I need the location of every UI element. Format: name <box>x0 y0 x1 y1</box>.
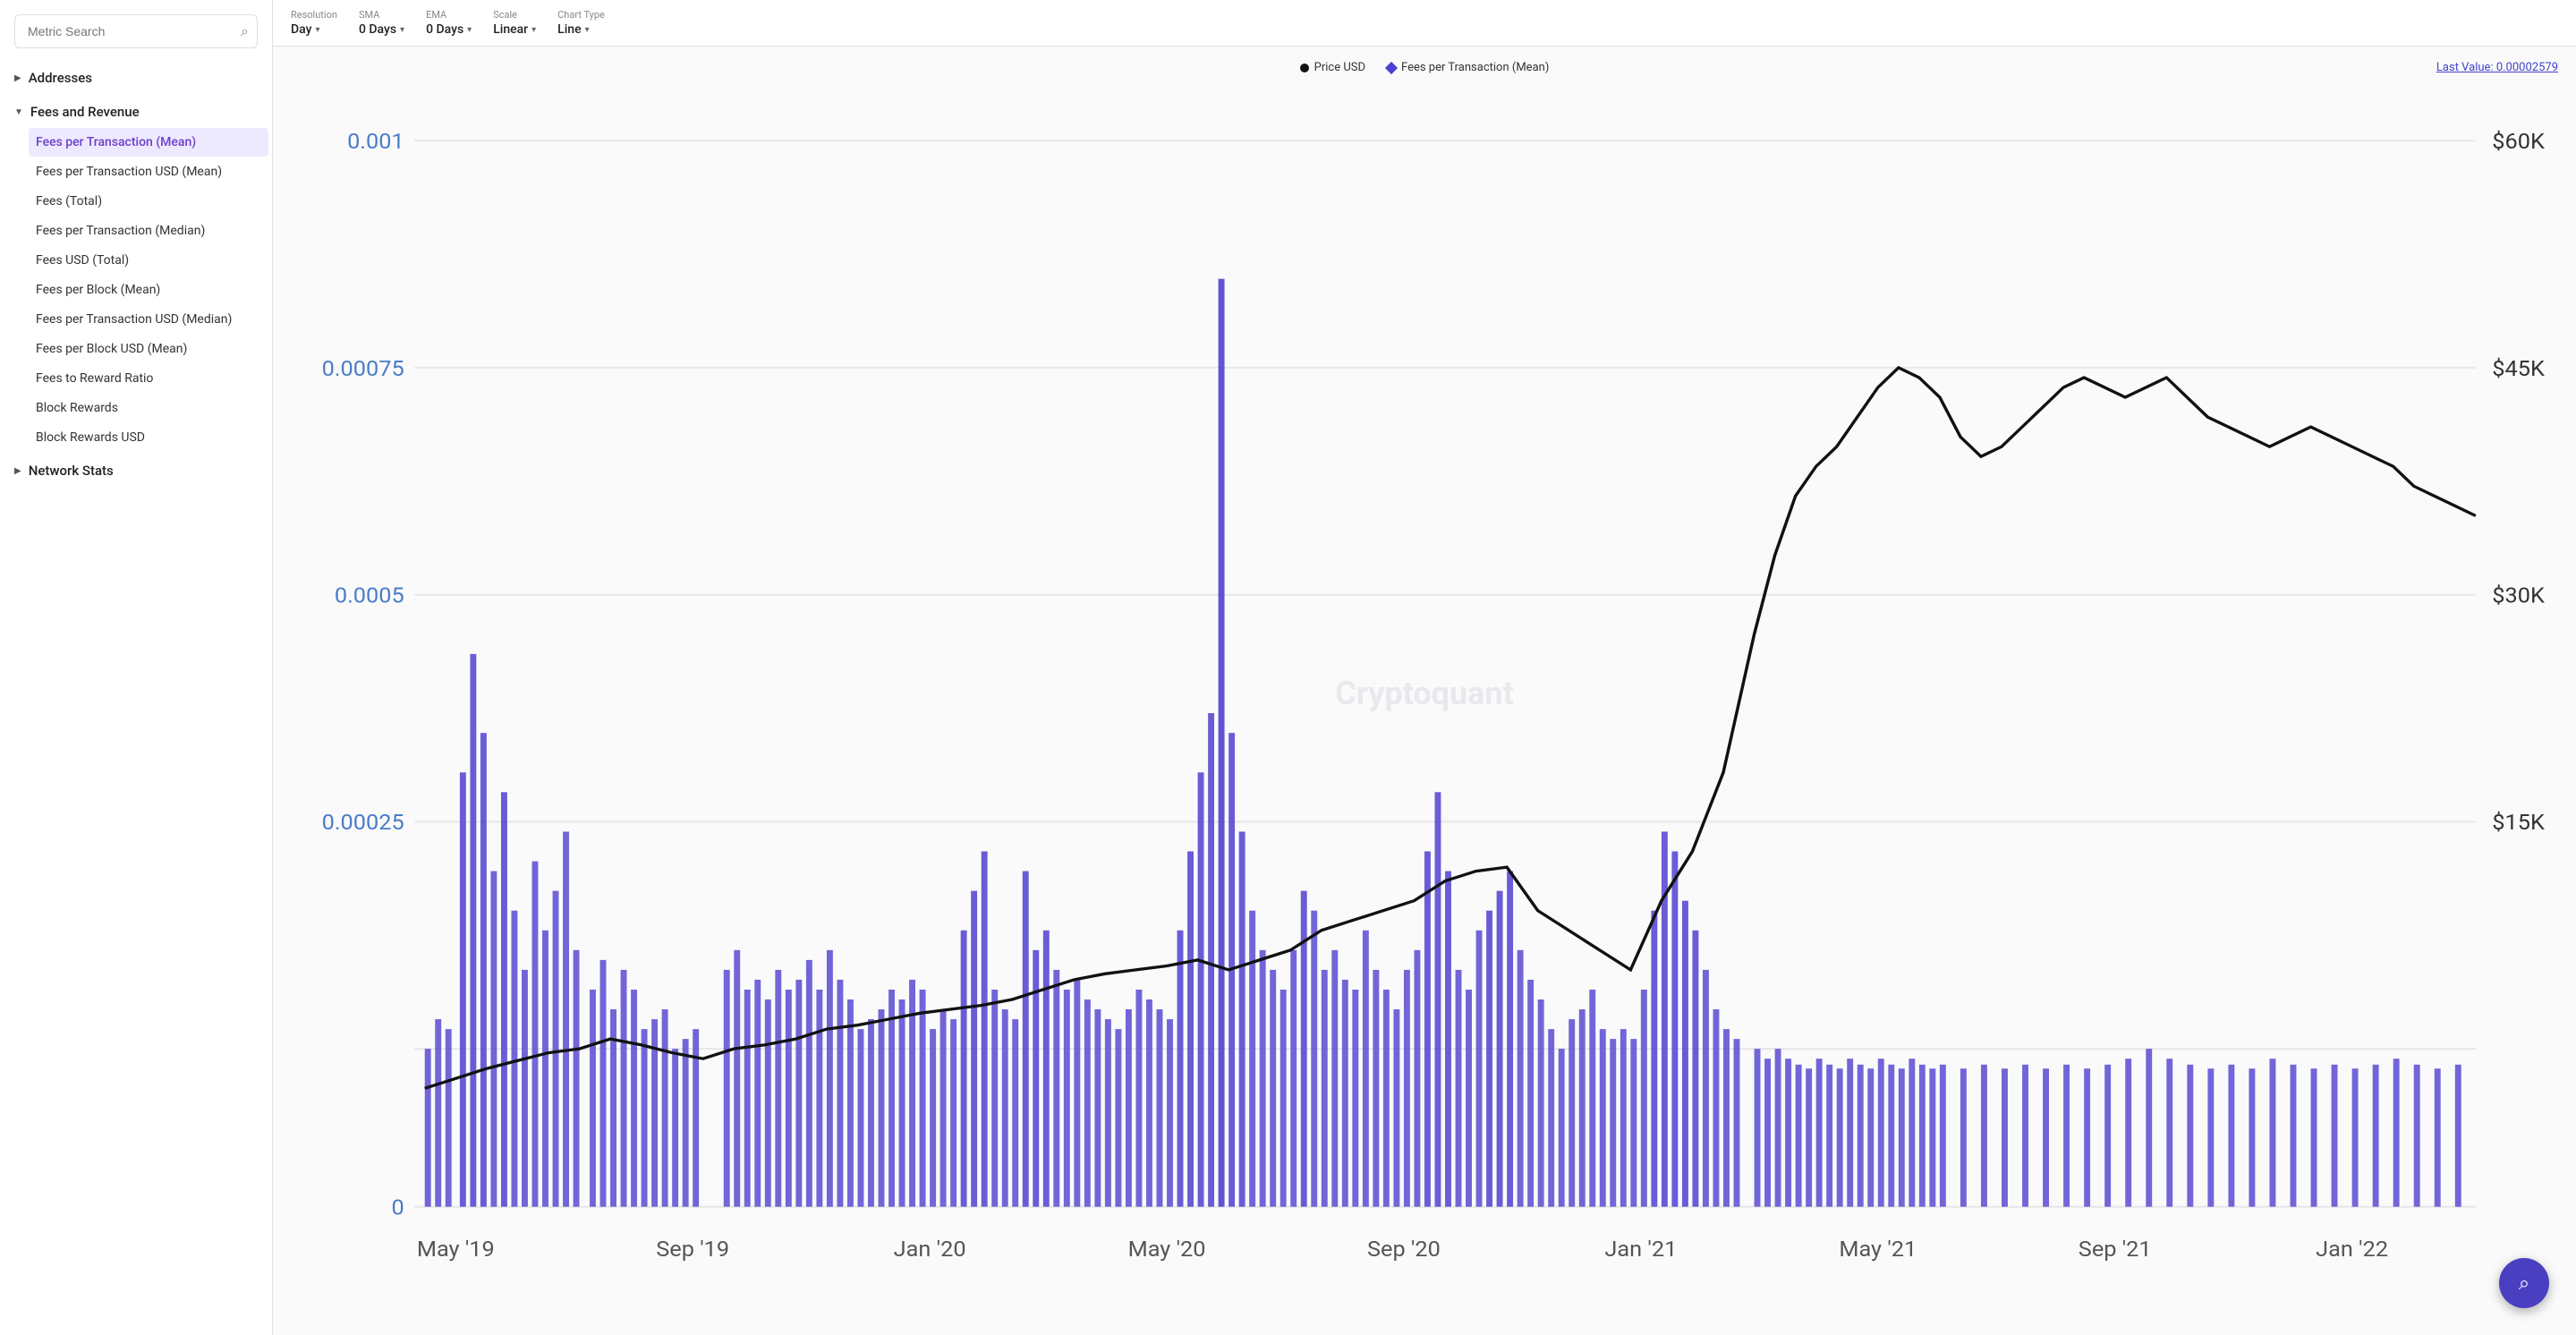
svg-text:May '20: May '20 <box>1128 1237 1206 1262</box>
search-input[interactable] <box>14 14 258 48</box>
chart-type-value: Line <box>557 22 581 37</box>
chevron-down-icon: ▼ <box>14 107 23 117</box>
svg-text:Sep '20: Sep '20 <box>1367 1237 1441 1262</box>
svg-text:0: 0 <box>391 1195 404 1220</box>
chart-legend: Price USD Fees per Transaction (Mean) La… <box>291 61 2558 74</box>
svg-text:$60K: $60K <box>2492 129 2545 154</box>
sidebar-item-network-stats[interactable]: ▶ Network Stats <box>0 455 272 486</box>
nav-section-network-stats: ▶ Network Stats <box>0 455 272 486</box>
resolution-value: Day <box>291 22 311 37</box>
ema-group: EMA 0 Days ▾ <box>426 9 472 37</box>
legend-fees-per-tx: Fees per Transaction (Mean) <box>1387 61 1549 74</box>
sidebar-item-fees-and-revenue[interactable]: ▼ Fees and Revenue <box>0 97 272 127</box>
svg-text:May '19: May '19 <box>417 1237 495 1262</box>
nav-section-fees-revenue: ▼ Fees and Revenue Fees per Transaction … <box>0 97 272 452</box>
svg-text:$15K: $15K <box>2492 811 2545 836</box>
chevron-down-icon: ▾ <box>400 25 404 35</box>
chart-area: Price USD Fees per Transaction (Mean) La… <box>273 47 2576 1335</box>
sidebar-section-label: Addresses <box>29 70 92 86</box>
ema-label: EMA <box>426 9 472 21</box>
main-content: Resolution Day ▾ SMA 0 Days ▾ EMA 0 Days… <box>273 0 2576 1335</box>
sma-label: SMA <box>359 9 404 21</box>
ema-value: 0 Days <box>426 22 463 37</box>
fees-per-tx-icon <box>1385 61 1398 73</box>
chevron-down-icon: ▾ <box>585 25 590 35</box>
last-value-label[interactable]: Last Value: 0.00002579 <box>2436 61 2558 74</box>
chart-wrapper: Cryptoquant 0.001 0.00075 0.0005 0.00025… <box>291 81 2558 1305</box>
sidebar-item-fees-per-tx-usd-median[interactable]: Fees per Transaction USD (Median) <box>29 305 268 334</box>
search-fab-icon: ⌕ <box>2519 1272 2529 1295</box>
legend-fees-per-tx-label: Fees per Transaction (Mean) <box>1401 61 1549 74</box>
sidebar-item-block-rewards-usd[interactable]: Block Rewards USD <box>29 423 268 452</box>
sidebar-item-fees-total[interactable]: Fees (Total) <box>29 187 268 216</box>
sidebar-item-block-rewards[interactable]: Block Rewards <box>29 394 268 422</box>
svg-text:$45K: $45K <box>2492 356 2545 381</box>
legend-price-usd-label: Price USD <box>1314 61 1365 74</box>
scale-value: Linear <box>493 22 528 37</box>
scale-select[interactable]: Linear ▾ <box>493 22 536 37</box>
resolution-group: Resolution Day ▾ <box>291 9 337 37</box>
chart-svg: 0.001 0.00075 0.0005 0.00025 0 $60K $45K… <box>291 81 2558 1305</box>
sidebar-item-addresses[interactable]: ▶ Addresses <box>0 63 272 93</box>
chevron-down-icon: ▾ <box>531 25 536 35</box>
chart-type-group: Chart Type Line ▾ <box>557 9 605 37</box>
svg-text:0.00025: 0.00025 <box>322 811 404 836</box>
svg-text:Sep '21: Sep '21 <box>2079 1237 2152 1262</box>
sidebar-item-fees-to-reward-ratio[interactable]: Fees to Reward Ratio <box>29 364 268 393</box>
sidebar-section-label: Network Stats <box>29 463 114 479</box>
sidebar-item-fees-per-block-mean[interactable]: Fees per Block (Mean) <box>29 276 268 304</box>
fab-search-button[interactable]: ⌕ <box>2499 1258 2549 1308</box>
sidebar-item-fees-per-tx-mean[interactable]: Fees per Transaction (Mean) <box>29 128 268 157</box>
search-icon: ⌕ <box>241 22 249 40</box>
price-usd-icon <box>1300 64 1309 72</box>
search-container: ⌕ <box>14 14 258 48</box>
chevron-right-icon: ▶ <box>14 73 21 83</box>
legend-price-usd: Price USD <box>1300 61 1365 74</box>
resolution-label: Resolution <box>291 9 337 21</box>
fees-sub-items: Fees per Transaction (Mean) Fees per Tra… <box>0 128 272 452</box>
sidebar-section-label: Fees and Revenue <box>30 104 140 120</box>
chart-type-label: Chart Type <box>557 9 605 21</box>
ema-select[interactable]: 0 Days ▾ <box>426 22 472 37</box>
svg-text:Jan '21: Jan '21 <box>1604 1237 1677 1262</box>
sidebar-item-fees-usd-total[interactable]: Fees USD (Total) <box>29 246 268 275</box>
chevron-down-icon: ▾ <box>467 25 472 35</box>
sidebar-item-fees-per-tx-usd-mean[interactable]: Fees per Transaction USD (Mean) <box>29 157 268 186</box>
scale-group: Scale Linear ▾ <box>493 9 536 37</box>
svg-text:0.0005: 0.0005 <box>335 583 404 608</box>
sma-select[interactable]: 0 Days ▾ <box>359 22 404 37</box>
svg-text:$30K: $30K <box>2492 583 2545 608</box>
sma-value: 0 Days <box>359 22 396 37</box>
chart-toolbar: Resolution Day ▾ SMA 0 Days ▾ EMA 0 Days… <box>273 0 2576 47</box>
svg-text:0.00075: 0.00075 <box>322 356 404 381</box>
resolution-select[interactable]: Day ▾ <box>291 22 337 37</box>
svg-text:Jan '20: Jan '20 <box>894 1237 966 1262</box>
chart-type-select[interactable]: Line ▾ <box>557 22 605 37</box>
chevron-down-icon: ▾ <box>315 25 319 35</box>
sma-group: SMA 0 Days ▾ <box>359 9 404 37</box>
svg-text:0.001: 0.001 <box>347 129 404 154</box>
chevron-right-icon: ▶ <box>14 466 21 476</box>
svg-text:Jan '22: Jan '22 <box>2316 1237 2388 1262</box>
svg-text:May '21: May '21 <box>1839 1237 1917 1262</box>
scale-label: Scale <box>493 9 536 21</box>
sidebar: ⌕ ▶ Addresses ▼ Fees and Revenue Fees pe… <box>0 0 273 1335</box>
svg-text:Sep '19: Sep '19 <box>656 1237 729 1262</box>
sidebar-item-fees-per-block-usd-mean[interactable]: Fees per Block USD (Mean) <box>29 335 268 363</box>
sidebar-item-fees-per-tx-median[interactable]: Fees per Transaction (Median) <box>29 217 268 245</box>
nav-section-addresses: ▶ Addresses <box>0 63 272 93</box>
